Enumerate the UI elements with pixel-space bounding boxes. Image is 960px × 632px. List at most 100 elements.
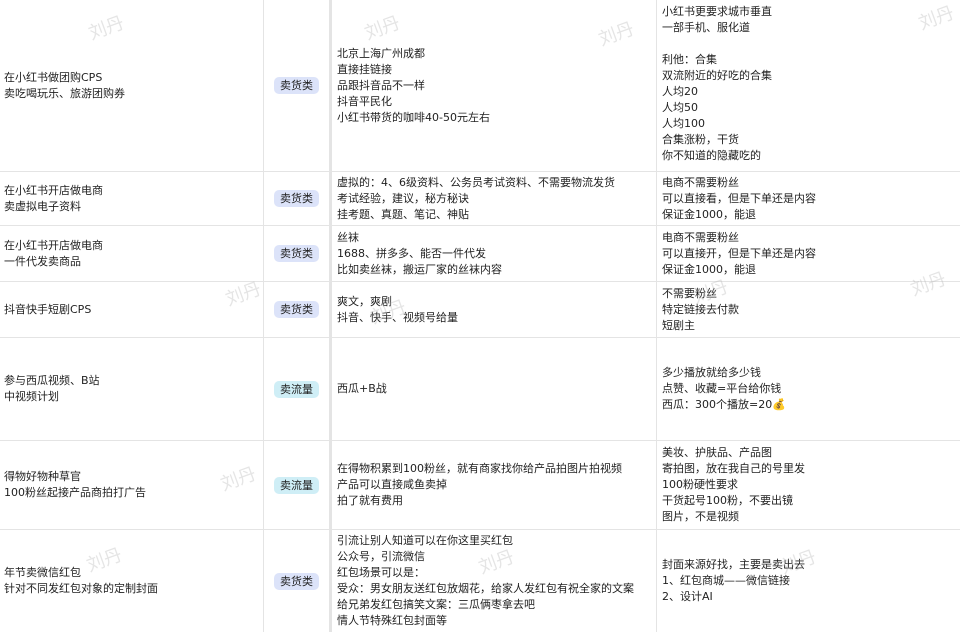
notes-line: 小红书带货的咖啡40-50元左右	[337, 110, 490, 124]
notes-cell: 引流让别人知道可以在你这里买红包 公众号，引流微信 红包场景可以是： 受众：男女…	[330, 530, 657, 632]
category-cell: 卖货类	[264, 172, 330, 225]
category-tag: 卖货类	[274, 572, 319, 590]
extra-line: 100粉硬性要求	[662, 478, 738, 491]
category-tag: 卖货类	[274, 77, 319, 94]
extra-cell: 封面来源好找，主要是卖出去 1、红包商城——微信链接 2、设计AI	[657, 530, 960, 632]
extra-line: 美妆、护肤品、产品图	[662, 446, 772, 459]
extra-cell: 电商不需要粉丝 可以直接看，但是下单还是内容 保证金1000，能退	[657, 172, 960, 225]
notes-line: 公众号，引流微信	[337, 550, 425, 563]
project-line: 卖虚拟电子资料	[4, 199, 81, 213]
notes-line: 西瓜+B战	[337, 382, 387, 395]
notes-line: 引流让别人知道可以在你这里买红包	[337, 534, 513, 547]
extra-line: 保证金1000，能退	[662, 207, 756, 221]
project-line: 年节卖微信红包	[4, 566, 81, 579]
notes-line: 产品可以直接咸鱼卖掉	[337, 478, 447, 491]
notes-line: 比如卖丝袜，搬运厂家的丝袜内容	[337, 262, 502, 276]
category-cell: 卖货类	[264, 226, 330, 281]
extra-line: 特定链接去付款	[662, 302, 739, 316]
category-tag: 卖流量	[274, 380, 319, 398]
extra-line: 一部手机、服化道	[662, 21, 750, 34]
project-line: 在小红书开店做电商	[4, 238, 103, 252]
extra-line: 保证金1000，能退	[662, 262, 756, 276]
notes-line: 抖音平民化	[337, 94, 392, 108]
notes-line: 抖音、快手、视频号给量	[337, 310, 458, 324]
project-line: 参与西瓜视频、B站	[4, 374, 100, 387]
extra-line: 电商不需要粉丝	[662, 175, 739, 189]
extra-line: 利他：合集	[662, 53, 717, 66]
notes-line: 丝袜	[337, 230, 359, 244]
notes-line: 红包场景可以是：	[337, 566, 425, 579]
project-cell: 参与西瓜视频、B站 中视频计划	[0, 338, 264, 440]
extra-cell: 电商不需要粉丝 可以直接开，但是下单还是内容 保证金1000，能退	[657, 226, 960, 281]
extra-line: 干货起号100粉，不要出镜	[662, 494, 793, 507]
table-row: 在小红书开店做电商 一件代发卖商品 卖货类 丝袜 1688、拼多多、能否一件代发…	[0, 226, 960, 282]
extra-line: 短剧主	[662, 318, 695, 332]
extra-line: 西瓜：300个播放=20💰	[662, 398, 786, 411]
table-row: 参与西瓜视频、B站 中视频计划 卖流量 西瓜+B战 多少播放就给多少钱 点赞、收…	[0, 338, 960, 441]
extra-cell: 多少播放就给多少钱 点赞、收藏=平台给你钱 西瓜：300个播放=20💰	[657, 338, 960, 440]
extra-line: 双流附近的好吃的合集	[662, 69, 772, 82]
notes-cell: 在得物积累到100粉丝，就有商家找你给产品拍图片拍视频 产品可以直接咸鱼卖掉 拍…	[330, 441, 657, 529]
project-line: 得物好物种草官	[4, 470, 81, 483]
extra-line: 2、设计AI	[662, 590, 713, 603]
category-tag: 卖货类	[274, 245, 319, 262]
notes-line: 受众：男女朋友送红包放烟花，给家人发红包有祝全家的文案	[337, 582, 634, 595]
extra-cell: 小红书更要求城市垂直 一部手机、服化道 利他：合集 双流附近的好吃的合集 人均2…	[657, 0, 960, 171]
table-row: 在小红书做团购CPS 卖吃喝玩乐、旅游团购券 卖货类 北京上海广州成都 直接挂链…	[0, 0, 960, 172]
notes-line: 考试经验，建议，秘方秘诀	[337, 191, 469, 205]
extra-line	[657, 36, 960, 52]
extra-cell: 不需要粉丝 特定链接去付款 短剧主	[657, 282, 960, 337]
table-row: 在小红书开店做电商 卖虚拟电子资料 卖货类 虚拟的：4、6级资料、公务员考试资料…	[0, 172, 960, 226]
category-tag: 卖货类	[274, 190, 319, 207]
extra-line: 封面来源好找，主要是卖出去	[662, 558, 805, 571]
project-cell: 年节卖微信红包 针对不同发红包对象的定制封面	[0, 530, 264, 632]
project-line: 针对不同发红包对象的定制封面	[4, 582, 158, 595]
category-cell: 卖货类	[264, 530, 330, 632]
notes-line: 品跟抖音品不一样	[337, 78, 425, 92]
notes-line: 虚拟的：4、6级资料、公务员考试资料、不需要物流发货	[337, 175, 615, 189]
notes-line: 在得物积累到100粉丝，就有商家找你给产品拍图片拍视频	[337, 462, 622, 475]
extra-line: 人均20	[662, 85, 698, 98]
extra-line: 图片，不是视频	[662, 510, 739, 523]
extra-line: 可以直接看，但是下单还是内容	[662, 191, 816, 205]
table-row: 得物好物种草官 100粉丝起接产品商拍打广告 卖流量 在得物积累到100粉丝，就…	[0, 441, 960, 530]
extra-line: 多少播放就给多少钱	[662, 366, 761, 379]
extra-line: 点赞、收藏=平台给你钱	[662, 382, 782, 395]
extra-line: 可以直接开，但是下单还是内容	[662, 246, 816, 260]
category-tag: 卖流量	[274, 476, 319, 494]
extra-line: 你不知道的隐藏吃的	[662, 149, 761, 162]
category-cell: 卖货类	[264, 282, 330, 337]
project-line: 一件代发卖商品	[4, 254, 81, 268]
project-line: 抖音快手短剧CPS	[4, 302, 92, 316]
extra-line: 电商不需要粉丝	[662, 230, 739, 244]
project-line: 中视频计划	[4, 390, 59, 403]
notes-line: 拍了就有费用	[337, 494, 403, 507]
extra-line: 寄拍图，放在我自己的号里发	[662, 462, 805, 475]
project-line: 100粉丝起接产品商拍打广告	[4, 486, 146, 499]
extra-line: 人均50	[662, 101, 698, 114]
project-cell: 在小红书开店做电商 一件代发卖商品	[0, 226, 264, 281]
notes-cell: 爽文，爽剧 抖音、快手、视频号给量	[330, 282, 657, 337]
category-cell: 卖流量	[264, 338, 330, 440]
project-cell: 在小红书开店做电商 卖虚拟电子资料	[0, 172, 264, 225]
extra-line: 人均100	[662, 117, 705, 130]
notes-cell: 西瓜+B战	[330, 338, 657, 440]
table-row: 抖音快手短剧CPS 卖货类 爽文，爽剧 抖音、快手、视频号给量 不需要粉丝 特定…	[0, 282, 960, 338]
project-cell: 抖音快手短剧CPS	[0, 282, 264, 337]
table-row: 年节卖微信红包 针对不同发红包对象的定制封面 卖货类 引流让别人知道可以在你这里…	[0, 530, 960, 632]
notes-line: 1688、拼多多、能否一件代发	[337, 246, 486, 260]
category-tag: 卖货类	[274, 301, 319, 318]
extra-line: 合集涨粉，干货	[662, 133, 739, 146]
project-line: 在小红书做团购CPS	[4, 70, 103, 84]
notes-line: 北京上海广州成都	[337, 46, 425, 60]
project-line: 在小红书开店做电商	[4, 183, 103, 197]
notes-line: 爽文，爽剧	[337, 294, 392, 308]
project-line: 卖吃喝玩乐、旅游团购券	[4, 86, 125, 100]
notes-cell: 虚拟的：4、6级资料、公务员考试资料、不需要物流发货 考试经验，建议，秘方秘诀 …	[330, 172, 657, 225]
category-cell: 卖货类	[264, 0, 330, 171]
extra-line: 不需要粉丝	[662, 286, 717, 300]
notes-line: 给兄弟发红包搞笑文案：三瓜俩枣拿去吧	[337, 598, 535, 611]
extra-line: 小红书更要求城市垂直	[662, 5, 772, 18]
extra-cell: 美妆、护肤品、产品图 寄拍图，放在我自己的号里发 100粉硬性要求 干货起号10…	[657, 441, 960, 529]
category-cell: 卖流量	[264, 441, 330, 529]
